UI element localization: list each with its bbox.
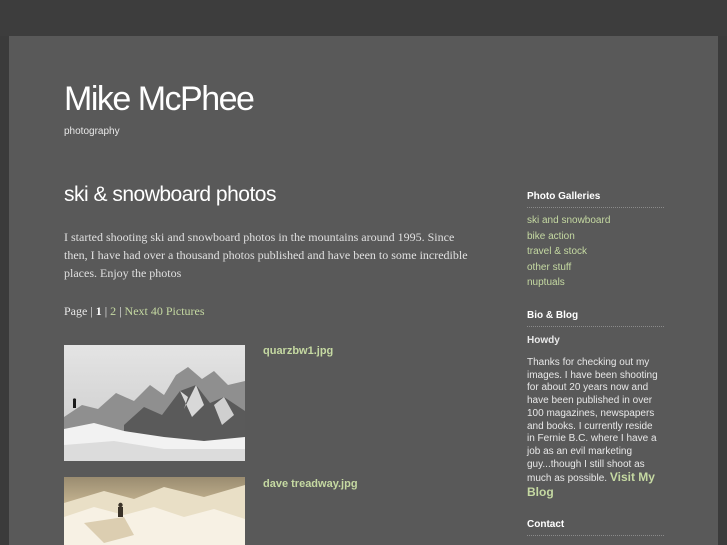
list-item: bike action [527, 229, 610, 245]
pagination-separator: | [90, 304, 93, 318]
list-item: nuptuals [527, 275, 610, 291]
list-item: ski and snowboard [527, 213, 610, 229]
gallery-link-travel-stock[interactable]: travel & stock [527, 246, 587, 257]
bio-text: Thanks for checking out my images. I hav… [527, 357, 662, 501]
bio-subheading: Howdy [527, 335, 560, 346]
photo-caption-link[interactable]: quarzbw1.jpg [263, 345, 333, 357]
gallery-list: ski and snowboard bike action travel & s… [527, 213, 610, 291]
sidebar-heading-galleries: Photo Galleries [527, 191, 664, 208]
pagination-current-page: 1 [95, 304, 102, 318]
photo-caption-link[interactable]: dave treadway.jpg [263, 478, 358, 490]
site-tagline: photography [64, 126, 120, 137]
gallery-link-ski-and-snowboard[interactable]: ski and snowboard [527, 215, 610, 226]
pagination-separator: | [104, 304, 108, 318]
gallery-link-bike-action[interactable]: bike action [527, 231, 575, 242]
site-title[interactable]: Mike McPhee [64, 80, 255, 119]
bio-body: Thanks for checking out my images. I hav… [527, 357, 658, 485]
pagination-separator: | [119, 304, 122, 318]
top-bar [0, 0, 727, 36]
pagination-next-link[interactable]: Next 40 Pictures [125, 304, 205, 318]
pagination-label: Page [64, 304, 88, 318]
intro-text: I started shooting ski and snowboard pho… [64, 230, 468, 280]
photo-thumbnail-dave-treadway[interactable] [64, 477, 245, 545]
photo-thumbnail-quarzbw1[interactable] [64, 345, 245, 461]
list-item: travel & stock [527, 244, 610, 260]
list-item: other stuff [527, 260, 610, 276]
gallery-link-nuptuals[interactable]: nuptuals [527, 277, 565, 288]
page-container: Mike McPhee photography ski & snowboard … [9, 36, 718, 545]
pagination-page-2-link[interactable]: 2 [110, 304, 116, 318]
page-title: ski & snowboard photos [64, 183, 276, 206]
sidebar-heading-bio: Bio & Blog [527, 310, 664, 327]
pagination: Page | 1 | 2 | Next 40 Pictures [64, 304, 205, 319]
sidebar-heading-contact: Contact [527, 519, 664, 536]
gallery-link-other-stuff[interactable]: other stuff [527, 262, 571, 273]
